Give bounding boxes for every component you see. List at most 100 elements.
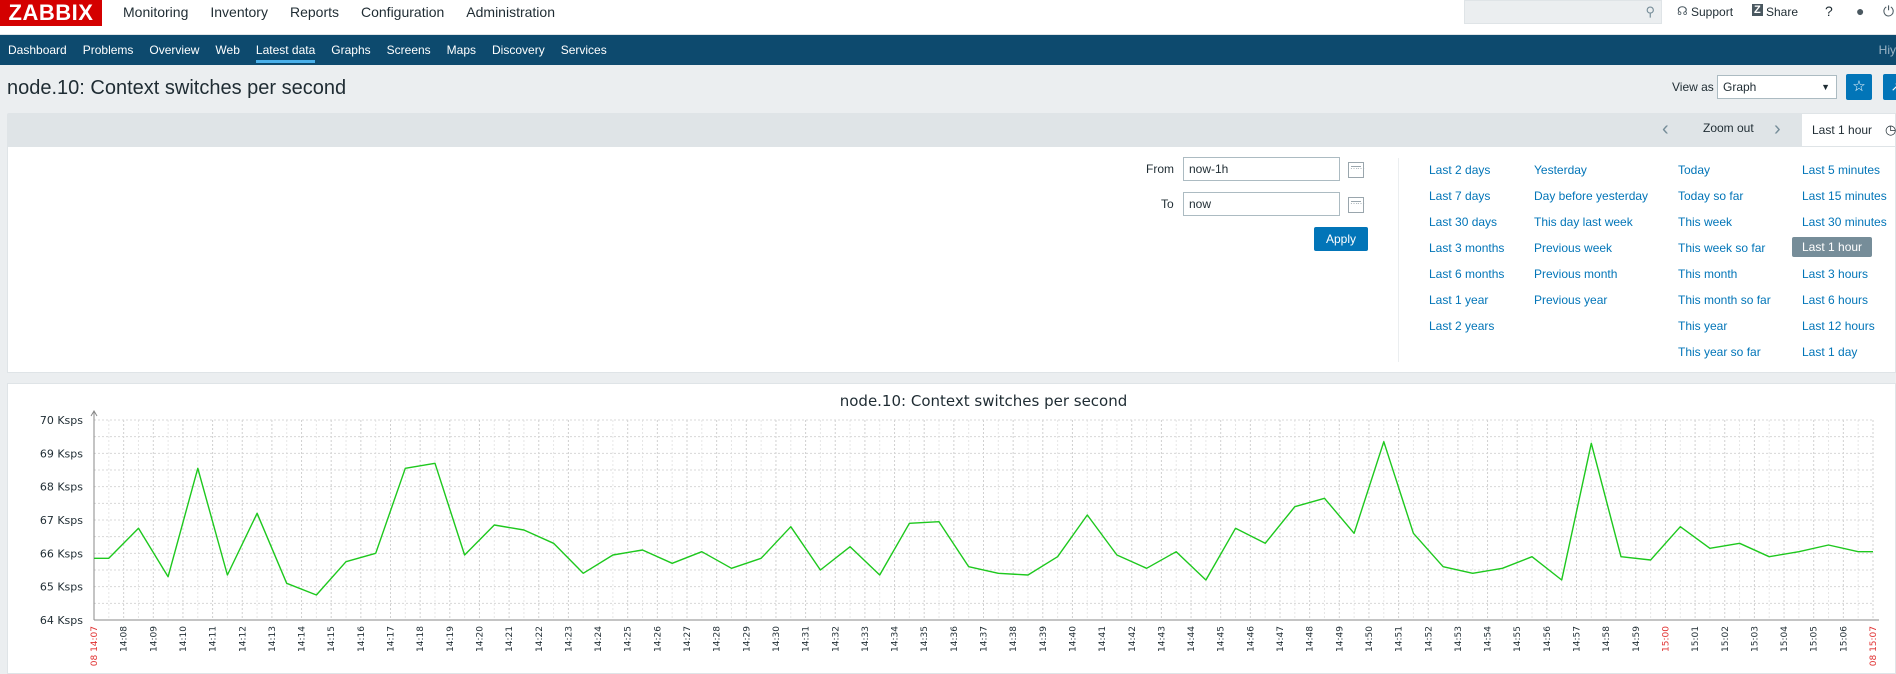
x-tick-label: 15:04	[1780, 626, 1790, 652]
quick-range-last-1-hour[interactable]: Last 1 hour	[1792, 237, 1873, 257]
sign-out-icon[interactable]: ⏻	[1883, 3, 1894, 20]
quick-range-last-2-years[interactable]: Last 2 years	[1429, 319, 1494, 333]
share-icon: Z	[1752, 4, 1763, 16]
zoom-out-button[interactable]: Zoom out	[1703, 121, 1754, 135]
from-input[interactable]	[1183, 157, 1340, 181]
quick-range-today[interactable]: Today	[1678, 163, 1710, 177]
context-switches-graph[interactable]: node.10: Context switches per second 64 K…	[0, 383, 1896, 674]
quick-range-last-6-months[interactable]: Last 6 months	[1429, 267, 1504, 281]
quick-range-last-12-hours[interactable]: Last 12 hours	[1802, 319, 1875, 333]
quick-range-this-year-so-far[interactable]: This year so far	[1678, 345, 1761, 359]
main-menu-configuration[interactable]: Configuration	[350, 0, 455, 35]
user-profile-icon[interactable]: ●	[1856, 3, 1864, 19]
sub-menu-screens[interactable]: Screens	[379, 35, 439, 65]
current-user[interactable]: Hiy	[1879, 35, 1896, 65]
x-tick-label: 14:40	[1068, 626, 1078, 652]
main-menu-monitoring[interactable]: Monitoring	[112, 0, 199, 45]
tab-time-period[interactable]: Last 1 hour ◷	[1801, 113, 1896, 147]
tab-time-period-label: Last 1 hour	[1812, 123, 1873, 137]
x-tick-label: 14:56	[1543, 626, 1553, 652]
x-tick-label: 15:00	[1661, 626, 1671, 652]
sub-menu-overview[interactable]: Overview	[141, 35, 207, 65]
x-tick-label: 14:43	[1157, 626, 1167, 652]
x-tick-label: 14:18	[416, 626, 426, 652]
to-input[interactable]	[1183, 192, 1340, 216]
page-title: node.10: Context switches per second	[7, 77, 347, 99]
x-tick-label: 14:25	[624, 626, 634, 652]
y-tick-label: 64 Ksps	[40, 614, 83, 627]
search-input[interactable]: ⚲	[1464, 0, 1662, 24]
main-menu-inventory[interactable]: Inventory	[199, 0, 279, 35]
x-tick-label: 14:22	[535, 626, 545, 652]
calendar-icon[interactable]	[1348, 162, 1364, 178]
x-tick-label: 14:09	[149, 626, 159, 652]
quick-range-previous-year[interactable]: Previous year	[1534, 293, 1607, 307]
x-tick-label: 14:19	[446, 626, 456, 652]
quick-range-last-15-minutes[interactable]: Last 15 minutes	[1802, 189, 1887, 203]
quick-range-this-month-so-far[interactable]: This month so far	[1678, 293, 1771, 307]
x-tick-label: 14:24	[594, 626, 604, 652]
sub-menu-dashboard[interactable]: Dashboard	[0, 35, 75, 65]
quick-range-last-3-hours[interactable]: Last 3 hours	[1802, 267, 1868, 281]
quick-range-today-so-far[interactable]: Today so far	[1678, 189, 1743, 203]
view-as-label: View as	[1672, 80, 1714, 94]
quick-range-this-week-so-far[interactable]: This week so far	[1678, 241, 1765, 255]
quick-range-last-30-minutes[interactable]: Last 30 minutes	[1802, 215, 1887, 229]
quick-range-this-week[interactable]: This week	[1678, 215, 1732, 229]
sub-menu-latest-data[interactable]: Latest data	[248, 35, 323, 65]
x-tick-label: 14:47	[1276, 626, 1286, 652]
headset-icon: ☊	[1677, 4, 1688, 18]
sub-menu-graphs[interactable]: Graphs	[323, 35, 378, 65]
calendar-icon[interactable]	[1348, 197, 1364, 213]
support-link[interactable]: Support	[1691, 5, 1733, 19]
main-menu-reports[interactable]: Reports	[279, 0, 350, 35]
quick-range-last-5-minutes[interactable]: Last 5 minutes	[1802, 163, 1880, 177]
y-tick-label: 69 Ksps	[40, 447, 83, 460]
quick-range-last-3-months[interactable]: Last 3 months	[1429, 241, 1504, 255]
quick-range-last-7-days[interactable]: Last 7 days	[1429, 189, 1490, 203]
main-menu-administration[interactable]: Administration	[455, 0, 566, 35]
fullscreen-button[interactable]: ↗	[1883, 74, 1896, 100]
chevron-left-icon[interactable]: ‹	[1662, 118, 1669, 141]
y-tick-label: 68 Ksps	[40, 481, 83, 494]
time-filter-panel	[7, 146, 1896, 373]
sub-menu-problems[interactable]: Problems	[75, 35, 142, 65]
zabbix-logo[interactable]: ZABBIX	[0, 0, 102, 26]
share-link[interactable]: Share	[1766, 5, 1798, 19]
x-tick-label: 14:31	[802, 626, 812, 652]
quick-range-yesterday[interactable]: Yesterday	[1534, 163, 1587, 177]
quick-range-last-2-days[interactable]: Last 2 days	[1429, 163, 1490, 177]
x-tick-label: 14:54	[1484, 626, 1494, 652]
clock-icon: ◷	[1885, 122, 1896, 137]
sub-menu-services[interactable]: Services	[553, 35, 615, 65]
view-as-select[interactable]: Graph ▼	[1717, 75, 1837, 99]
sub-menu-maps[interactable]: Maps	[439, 35, 484, 65]
x-tick-label: 14:15	[327, 626, 337, 652]
x-tick-label: 14:30	[772, 626, 782, 652]
quick-range-last-1-year[interactable]: Last 1 year	[1429, 293, 1488, 307]
quick-range-day-before-yesterday[interactable]: Day before yesterday	[1534, 189, 1648, 203]
quick-range-this-day-last-week[interactable]: This day last week	[1534, 215, 1633, 229]
sub-menu-discovery[interactable]: Discovery	[484, 35, 553, 65]
add-to-favourites-button[interactable]: ☆	[1846, 74, 1872, 100]
quick-range-this-month[interactable]: This month	[1678, 267, 1737, 281]
x-tick-label: 14:11	[209, 626, 219, 652]
quick-range-last-6-hours[interactable]: Last 6 hours	[1802, 293, 1868, 307]
search-icon[interactable]: ⚲	[1645, 4, 1655, 20]
chevron-right-icon[interactable]: ›	[1774, 118, 1781, 141]
quick-range-previous-month[interactable]: Previous month	[1534, 267, 1617, 281]
x-tick-label: 14:55	[1513, 626, 1523, 652]
quick-range-last-1-day[interactable]: Last 1 day	[1802, 345, 1857, 359]
quick-range-this-year[interactable]: This year	[1678, 319, 1727, 333]
quick-range-previous-week[interactable]: Previous week	[1534, 241, 1612, 255]
x-tick-label: 14:17	[387, 626, 397, 652]
y-tick-label: 70 Ksps	[40, 414, 83, 427]
apply-button[interactable]: Apply	[1314, 227, 1368, 251]
y-tick-label: 66 Ksps	[40, 547, 83, 560]
filter-divider	[1398, 158, 1399, 362]
x-tick-label: 14:57	[1573, 626, 1583, 652]
x-tick-label: 15:02	[1721, 626, 1731, 652]
help-icon[interactable]: ?	[1825, 3, 1833, 19]
sub-menu-web[interactable]: Web	[207, 35, 247, 65]
quick-range-last-30-days[interactable]: Last 30 days	[1429, 215, 1497, 229]
